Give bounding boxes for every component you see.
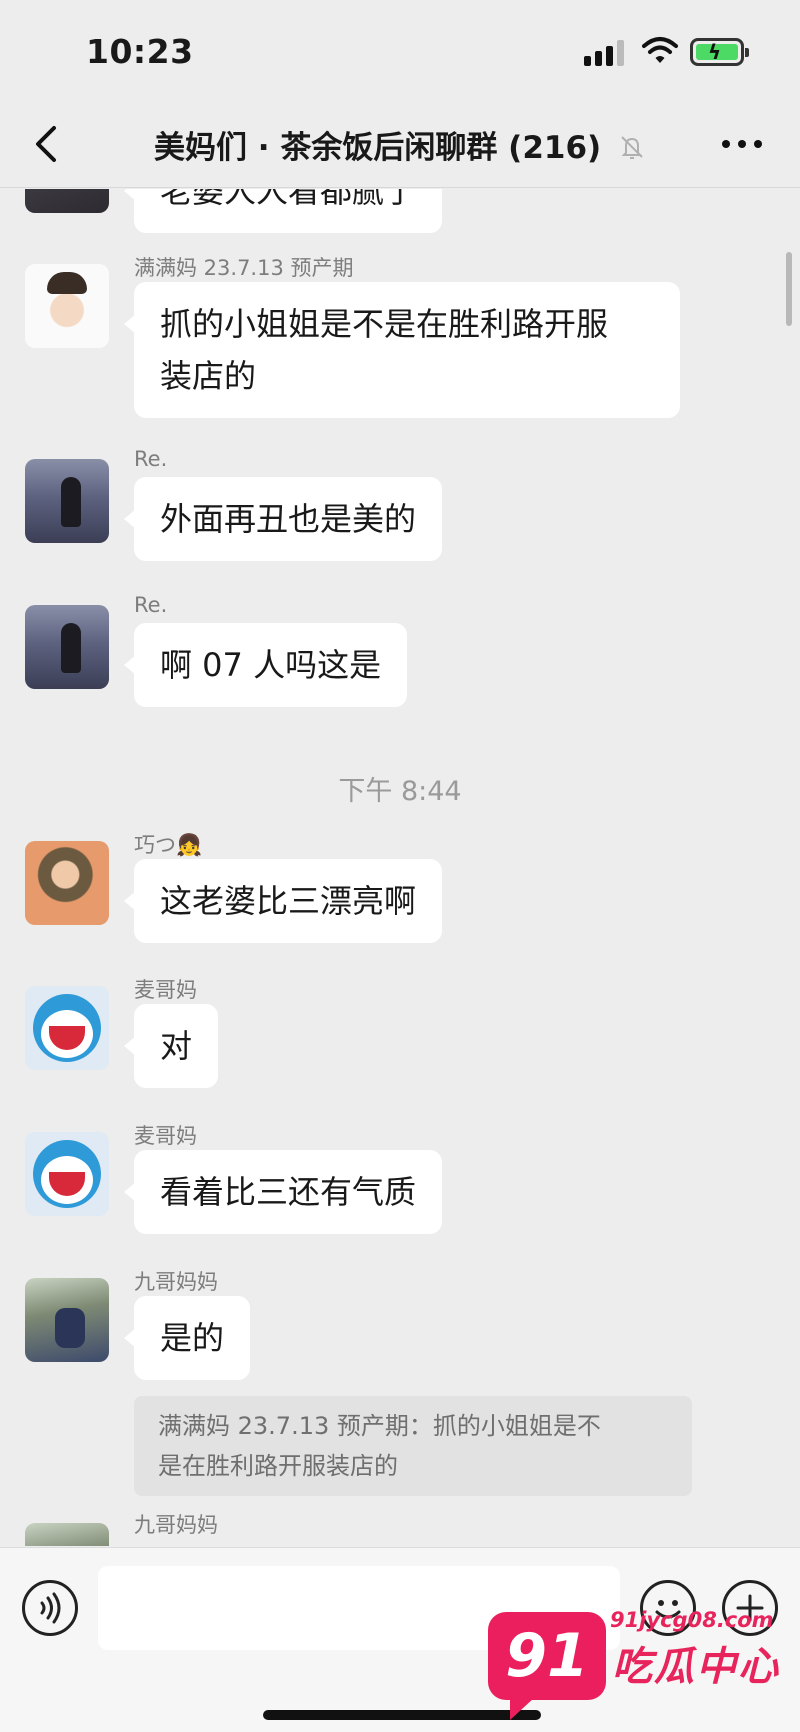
more-icon[interactable] [718, 130, 766, 158]
message-text: 是的 [160, 1319, 225, 1357]
sender-name: 满满妈 23.7.13 预产期 [134, 256, 354, 280]
avatar[interactable] [25, 986, 109, 1070]
quoted-reply[interactable]: 满满妈 23.7.13 预产期：抓的小姐姐是不 是在胜利路开服装店的 [134, 1396, 692, 1496]
watermark-name: 吃瓜中心 [612, 1644, 780, 1690]
message-timestamp: 下午 8:44 [338, 776, 462, 807]
message-text: 老婆人人看都腻了 [160, 189, 417, 210]
sender-name: 麦哥妈 [134, 1124, 197, 1148]
wifi-icon [642, 37, 678, 63]
message-text: 抓的小姐姐是不是在胜利路开服 [160, 305, 609, 343]
message-bubble[interactable]: 老婆人人看都腻了 [123, 189, 443, 233]
voice-icon[interactable] [22, 1580, 78, 1636]
status-time: 10:23 [86, 32, 194, 71]
message-bubble[interactable]: 啊 07 人吗这是 [123, 623, 408, 707]
message-bubble[interactable]: 对 [123, 1004, 219, 1088]
battery-icon: ϟ [690, 38, 749, 66]
message-text: 装店的 [160, 357, 257, 395]
avatar[interactable] [25, 605, 109, 689]
quote-text: 是在胜利路开服装店的 [158, 1452, 398, 1480]
message-bubble[interactable]: 抓的小姐姐是不是在胜利路开服 装店的 [124, 282, 680, 418]
message-list[interactable]: 老婆人人看都腻了 满满妈 23.7.13 预产期 抓的小姐姐是不是在胜利路开服 … [0, 189, 800, 1546]
watermark-badge: 91 [488, 1612, 606, 1720]
avatar[interactable] [25, 264, 109, 348]
quote-text: 满满妈 23.7.13 预产期：抓的小姐姐是不 [158, 1412, 601, 1440]
avatar[interactable] [25, 1278, 109, 1362]
message-text: 对 [160, 1027, 193, 1065]
signal-icon [584, 40, 626, 66]
avatar[interactable] [25, 841, 109, 925]
message-text: 外面再丑也是美的 [160, 500, 417, 538]
sender-name: 九哥妈妈 [134, 1513, 218, 1537]
sender-emoji: 👧 [176, 833, 203, 857]
sender-name: Re. [134, 447, 168, 471]
message-bubble[interactable]: 外面再丑也是美的 [123, 477, 443, 561]
avatar[interactable] [25, 1523, 109, 1546]
sender-name: 巧つ👧 [134, 833, 203, 857]
avatar[interactable] [25, 189, 109, 213]
scrollbar[interactable] [786, 252, 792, 326]
message-bubble[interactable]: 这老婆比三漂亮啊 [123, 859, 443, 943]
sender-name: 麦哥妈 [134, 978, 197, 1002]
message-bubble[interactable]: 看着比三还有气质 [123, 1150, 443, 1234]
message-bubble[interactable]: 是的 [123, 1296, 251, 1380]
home-indicator [263, 1710, 541, 1720]
avatar[interactable] [25, 459, 109, 543]
chat-title-text: 美妈们 · 茶余饭后闲聊群 (216) [154, 130, 602, 166]
message-text: 啊 07 人吗这是 [160, 646, 382, 684]
message-text: 看着比三还有气质 [160, 1173, 417, 1211]
sender-name: 九哥妈妈 [134, 1270, 218, 1294]
chat-header: 美妈们 · 茶余饭后闲聊群 (216) [0, 100, 800, 188]
chat-title[interactable]: 美妈们 · 茶余饭后闲聊群 (216) [0, 122, 800, 167]
status-bar: 10:23 ϟ [0, 0, 800, 100]
message-text: 这老婆比三漂亮啊 [160, 882, 417, 920]
sender-name: Re. [134, 593, 168, 617]
watermark-url: 91jycg08.com [610, 1608, 774, 1632]
avatar[interactable] [25, 1132, 109, 1216]
mute-icon [621, 136, 643, 159]
